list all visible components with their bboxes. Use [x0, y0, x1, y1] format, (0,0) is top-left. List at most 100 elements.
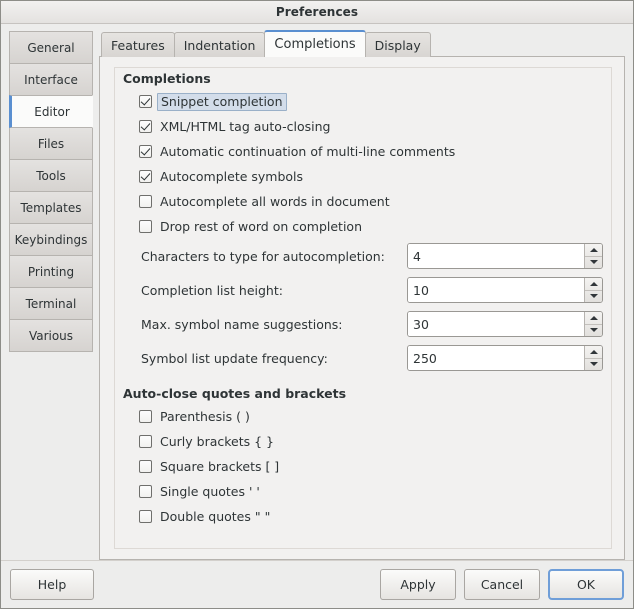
checkbox-row[interactable]: Single quotes ' ': [123, 479, 603, 504]
sidebar-item-templates[interactable]: Templates: [9, 191, 93, 224]
checkbox-label: XML/HTML tag auto-closing: [160, 119, 331, 134]
checkbox-unchecked-icon[interactable]: [139, 410, 152, 423]
checkbox-row[interactable]: Automatic continuation of multi-line com…: [123, 139, 603, 164]
spinner-increment-button[interactable]: [585, 278, 602, 291]
spinner-increment-button[interactable]: [585, 312, 602, 325]
sidebar-item-label: General: [27, 40, 75, 55]
spinner-decrement-button[interactable]: [585, 359, 602, 371]
spinner-label: Symbol list update frequency:: [141, 350, 328, 366]
spinner-increment-button[interactable]: [585, 346, 602, 359]
apply-button[interactable]: Apply: [380, 569, 456, 600]
checkbox-row[interactable]: Autocomplete symbols: [123, 164, 603, 189]
checkbox-unchecked-icon[interactable]: [139, 460, 152, 473]
sidebar-item-general[interactable]: General: [9, 31, 93, 64]
chevron-down-icon: [589, 294, 598, 299]
spinner-row: Characters to type for autocompletion: 4: [123, 239, 603, 273]
sidebar-item-files[interactable]: Files: [9, 127, 93, 160]
checkbox-row[interactable]: Curly brackets { }: [123, 429, 603, 454]
tab-label: Features: [111, 37, 165, 53]
spinner-row: Max. symbol name suggestions: 30: [123, 307, 603, 341]
sidebar-item-various[interactable]: Various: [9, 319, 93, 352]
spinner-buttons: [584, 312, 602, 336]
sidebar-item-keybindings[interactable]: Keybindings: [9, 223, 93, 256]
spinner-control[interactable]: 250: [407, 345, 603, 371]
spinner-label: Characters to type for autocompletion:: [141, 248, 385, 264]
checkbox-row[interactable]: Double quotes " ": [123, 504, 603, 529]
help-button[interactable]: Help: [10, 569, 94, 600]
tab-panel-completions: Completions Snippet completion XML/HTML t…: [99, 56, 625, 560]
checkbox-row[interactable]: XML/HTML tag auto-closing: [123, 114, 603, 139]
spinner-value-input[interactable]: 10: [408, 278, 584, 302]
chevron-up-icon: [589, 281, 598, 286]
completions-spinner-list: Characters to type for autocompletion: 4 C…: [123, 239, 603, 375]
tab-features[interactable]: Features: [101, 32, 175, 57]
sidebar-item-terminal[interactable]: Terminal: [9, 287, 93, 320]
checkbox-row[interactable]: Parenthesis ( ): [123, 404, 603, 429]
spinner-control[interactable]: 30: [407, 311, 603, 337]
sidebar-item-interface[interactable]: Interface: [9, 63, 93, 96]
sidebar-item-label: Templates: [20, 200, 82, 215]
checkbox-row[interactable]: Square brackets [ ]: [123, 454, 603, 479]
checkbox-label: Drop rest of word on completion: [160, 219, 362, 234]
dialog-action-area: Help Apply Cancel OK: [1, 560, 633, 608]
checkbox-unchecked-icon[interactable]: [139, 435, 152, 448]
spinner-increment-button[interactable]: [585, 244, 602, 257]
autoclose-checkbox-list: Parenthesis ( ) Curly brackets { } Square …: [123, 404, 603, 529]
checkbox-label: Autocomplete all words in document: [160, 194, 390, 209]
chevron-up-icon: [589, 349, 598, 354]
ok-button[interactable]: OK: [548, 569, 624, 600]
checkbox-checked-icon[interactable]: [139, 95, 152, 108]
title-bar: Preferences: [1, 1, 633, 24]
tab-label: Display: [374, 37, 421, 53]
sidebar-item-label: Various: [28, 328, 74, 343]
checkbox-label: Automatic continuation of multi-line com…: [160, 144, 456, 159]
preferences-dialog: Preferences General Interface Editor Files T…: [0, 0, 634, 609]
sidebar-item-editor[interactable]: Editor: [9, 95, 93, 128]
group-title-completions: Completions: [123, 71, 211, 86]
spinner-decrement-button[interactable]: [585, 257, 602, 269]
checkbox-label: Parenthesis ( ): [160, 409, 250, 424]
checkbox-row[interactable]: Autocomplete all words in document: [123, 189, 603, 214]
checkbox-label: Square brackets [ ]: [160, 459, 280, 474]
spinner-row: Completion list height: 10: [123, 273, 603, 307]
cancel-button[interactable]: Cancel: [464, 569, 540, 600]
checkbox-label: Autocomplete symbols: [160, 169, 304, 184]
checkbox-unchecked-icon[interactable]: [139, 220, 152, 233]
tab-label: Indentation: [183, 37, 256, 53]
checkbox-checked-icon[interactable]: [139, 170, 152, 183]
chevron-down-icon: [589, 328, 598, 333]
checkbox-unchecked-icon[interactable]: [139, 195, 152, 208]
tab-indentation[interactable]: Indentation: [173, 32, 266, 57]
checkbox-unchecked-icon[interactable]: [139, 510, 152, 523]
checkbox-checked-icon[interactable]: [139, 145, 152, 158]
sidebar-item-printing[interactable]: Printing: [9, 255, 93, 288]
tab-display[interactable]: Display: [364, 32, 431, 57]
checkbox-checked-icon[interactable]: [139, 120, 152, 133]
spinner-value-input[interactable]: 4: [408, 244, 584, 268]
tab-completions[interactable]: Completions: [264, 30, 366, 57]
tab-strip: Features Indentation Completions Display: [99, 30, 625, 57]
spinner-buttons: [584, 346, 602, 370]
spinner-value-input[interactable]: 250: [408, 346, 584, 370]
spinner-buttons: [584, 278, 602, 302]
spinner-control[interactable]: 10: [407, 277, 603, 303]
tab-label: Completions: [274, 37, 356, 52]
chevron-down-icon: [589, 362, 598, 367]
checkbox-row[interactable]: Snippet completion: [123, 89, 603, 114]
sidebar-item-tools[interactable]: Tools: [9, 159, 93, 192]
tab-panel-inner: Completions Snippet completion XML/HTML t…: [114, 67, 612, 549]
chevron-down-icon: [589, 260, 598, 265]
completions-checkbox-list: Snippet completion XML/HTML tag auto-clos…: [123, 89, 603, 239]
spinner-row: Symbol list update frequency: 250: [123, 341, 603, 375]
sidebar-item-label: Files: [37, 136, 65, 151]
spinner-decrement-button[interactable]: [585, 291, 602, 303]
group-title-autoclose: Auto-close quotes and brackets: [123, 386, 347, 401]
checkbox-label: Double quotes " ": [160, 509, 271, 524]
window-title: Preferences: [275, 5, 359, 19]
checkbox-unchecked-icon[interactable]: [139, 485, 152, 498]
spinner-value-input[interactable]: 30: [408, 312, 584, 336]
checkbox-row[interactable]: Drop rest of word on completion: [123, 214, 603, 239]
spinner-control[interactable]: 4: [407, 243, 603, 269]
sidebar-item-label: Printing: [27, 264, 75, 279]
spinner-decrement-button[interactable]: [585, 325, 602, 337]
